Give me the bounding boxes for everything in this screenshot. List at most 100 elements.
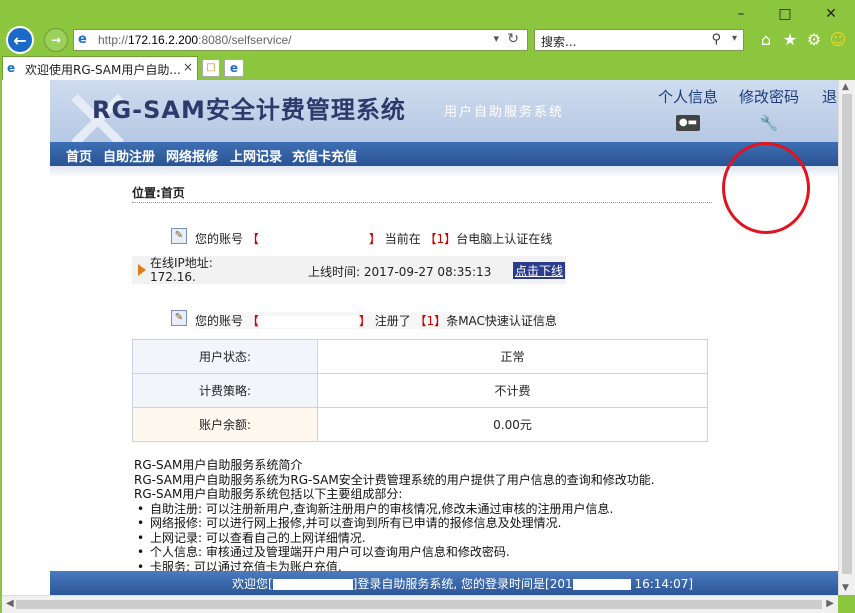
nav-logout-label: 退 — [822, 88, 838, 106]
intro-line: RG-SAM用户自助服务系统为RG-SAM安全计费管理系统的用户提供了用户信息的… — [134, 472, 655, 487]
search-input[interactable]: 搜索... — [541, 33, 576, 50]
orange-arrow-icon — [138, 264, 146, 276]
ie-icon: e — [7, 61, 16, 75]
breadcrumb: 位置:首页 — [132, 186, 185, 200]
table-label: 用户状态: — [132, 339, 318, 374]
mac-count: 【1】 — [414, 314, 447, 328]
tab-active[interactable]: e 欢迎使用RG-SAM用户自助... × — [2, 56, 198, 80]
address-bar[interactable]: e http://172.16.2.200:8080/selfservice/ … — [73, 29, 528, 51]
redacted-account — [258, 315, 359, 328]
list-item: 个人信息: 审核通过及管理端开户用户可以查询用户信息和修改密码. — [134, 545, 754, 560]
account-info-table: 用户状态: 正常 计费策略: 不计费 账户余额: 0.00元 — [132, 339, 708, 442]
breadcrumb-divider — [132, 202, 712, 203]
ip-label: 在线IP地址: — [150, 256, 213, 270]
online-prefix: 您的账号 — [195, 232, 244, 246]
id-card-icon: ●▬ — [676, 115, 700, 131]
online-suffix: 台电脑上认证在线 — [456, 232, 553, 246]
online-time-label: 上线时间: — [308, 265, 361, 279]
menu-home[interactable]: 首页 — [66, 146, 92, 165]
brand-title: RG-SAM安全计费管理系统 — [92, 96, 406, 124]
menu-card-recharge[interactable]: 充值卡充值 — [292, 146, 357, 165]
page-viewport: ✕ RG-SAM安全计费管理系统 用户自助服务系统 个人信息 ●▬ 修改密码 🔧… — [2, 80, 838, 595]
online-session-box: 在线IP地址: 172.16. 上线时间: 2017-09-27 08:35:1… — [132, 256, 566, 284]
back-arrow-icon[interactable]: ← — [6, 26, 34, 54]
menu-shadow — [50, 166, 838, 178]
nav-personal-info[interactable]: 个人信息 ●▬ — [658, 86, 718, 131]
new-tab-icon[interactable]: □ — [202, 59, 220, 77]
footer-time-suffix: 16:14:07] — [634, 577, 694, 591]
intro-list: 自助注册: 可以注册新用户,查询新注册用户的审核情况,修改未通过审核的注册用户信… — [134, 502, 754, 575]
menu-bar: 首页 自助注册 网络报修 上网记录 充值卡充值 — [50, 142, 838, 166]
search-icon[interactable]: ⚲ — [711, 32, 721, 47]
online-middle: 当前在 — [384, 232, 421, 246]
table-label: 账户余额: — [132, 407, 318, 442]
search-box[interactable]: 搜索... ⚲ ▾ — [534, 29, 744, 51]
forward-arrow-icon[interactable]: → — [44, 28, 68, 52]
vertical-scrollbar[interactable]: ▲ ▼ — [838, 80, 855, 595]
gear-icon[interactable]: ⚙ — [804, 30, 824, 50]
maximize-icon[interactable]: □ — [770, 4, 800, 24]
redacted-account — [258, 233, 369, 246]
online-time: 上线时间: 2017-09-27 08:35:13 — [308, 263, 491, 280]
menu-online-records[interactable]: 上网记录 — [230, 146, 282, 165]
tab-close-icon[interactable]: × — [183, 60, 193, 74]
notebook-icon: ✎ — [171, 228, 187, 244]
table-row: 账户余额: 0.00元 — [132, 407, 708, 442]
footer-bar: 欢迎您[]登录自助服务系统, 您的登录时间是[201 16:14:07] — [50, 571, 838, 595]
nav-logout[interactable]: 退 — [822, 86, 837, 107]
brand-subtitle: 用户自助服务系统 — [444, 105, 565, 120]
mac-suffix: 条MAC快速认证信息 — [446, 314, 557, 328]
footer-time-prefix: [201 — [545, 577, 573, 591]
ie-icon: e — [78, 32, 87, 47]
list-item: 网络报修: 可以进行网上报修,并可以查询到所有已申请的报修信息及处理情况. — [134, 516, 754, 531]
scroll-right-icon[interactable]: ▶ — [826, 598, 834, 609]
annotation-circle — [722, 142, 810, 234]
nav-change-password[interactable]: 修改密码 🔧 — [739, 86, 799, 131]
scroll-up-icon[interactable]: ▲ — [842, 82, 849, 92]
url-text[interactable]: http://172.16.2.200:8080/selfservice/ — [98, 33, 292, 47]
minimize-icon[interactable]: – — [726, 4, 756, 24]
table-value: 正常 — [317, 339, 708, 374]
url-dropdown-icon[interactable]: ▾ — [493, 32, 499, 45]
intro-line: RG-SAM用户自助服务系统包括以下主要组成部分: — [134, 487, 403, 501]
horizontal-scrollbar[interactable]: ◀ ▶ — [2, 595, 838, 613]
table-row: 用户状态: 正常 — [132, 339, 708, 374]
tab-title: 欢迎使用RG-SAM用户自助... — [25, 63, 181, 77]
list-item: 自助注册: 可以注册新用户,查询新注册用户的审核情况,修改未通过审核的注册用户信… — [134, 502, 754, 517]
online-time-value: 2017-09-27 08:35:13 — [363, 265, 492, 279]
footer-text: 欢迎您[]登录自助服务系统, 您的登录时间是[201 16:14:07] — [232, 575, 693, 592]
close-icon[interactable]: ✕ — [816, 4, 846, 24]
scroll-thumb[interactable] — [16, 600, 822, 609]
search-dropdown-icon[interactable]: ▾ — [732, 33, 737, 44]
scroll-thumb[interactable] — [842, 94, 852, 574]
notebook-icon: ✎ — [171, 310, 187, 326]
footer-middle: 登录自助服务系统, 您的登录时间是 — [357, 577, 546, 591]
list-item: 上网记录: 可以查看自己的上网详细情况. — [134, 531, 754, 546]
ie-tab-icon[interactable]: e — [224, 59, 244, 77]
offline-link[interactable]: 点击下线 — [513, 262, 566, 279]
mac-prefix: 您的账号 — [195, 314, 244, 328]
home-icon[interactable]: ⌂ — [756, 30, 776, 50]
online-bracket-open: 【 — [246, 232, 259, 246]
nav-personal-info-label: 个人信息 — [658, 88, 719, 106]
table-row: 计费策略: 不计费 — [132, 373, 708, 408]
redacted-date — [572, 579, 631, 590]
menu-self-register[interactable]: 自助注册 — [103, 146, 155, 165]
wrench-icon: 🔧 — [759, 114, 779, 132]
redacted-account — [272, 579, 353, 590]
online-bracket-close: 】 — [368, 232, 381, 246]
menu-network-repair[interactable]: 网络报修 — [166, 146, 218, 165]
refresh-icon[interactable]: ↻ — [507, 31, 519, 47]
scroll-left-icon[interactable]: ◀ — [6, 598, 14, 609]
address-row: ← → e http://172.16.2.200:8080/selfservi… — [0, 22, 855, 56]
intro-title: RG-SAM用户自助服务系统简介 — [134, 458, 303, 472]
table-value: 不计费 — [317, 373, 708, 408]
mac-middle: 注册了 — [374, 314, 411, 328]
footer-welcome: 欢迎您 — [232, 577, 269, 591]
favorites-star-icon[interactable]: ★ — [780, 30, 800, 50]
nav-change-password-label: 修改密码 — [739, 88, 800, 106]
scroll-down-icon[interactable]: ▼ — [842, 583, 849, 593]
smiley-icon[interactable]: ☺ — [828, 30, 848, 50]
mac-bracket-open: 【 — [246, 314, 259, 328]
mac-bracket-close: 】 — [358, 314, 371, 328]
